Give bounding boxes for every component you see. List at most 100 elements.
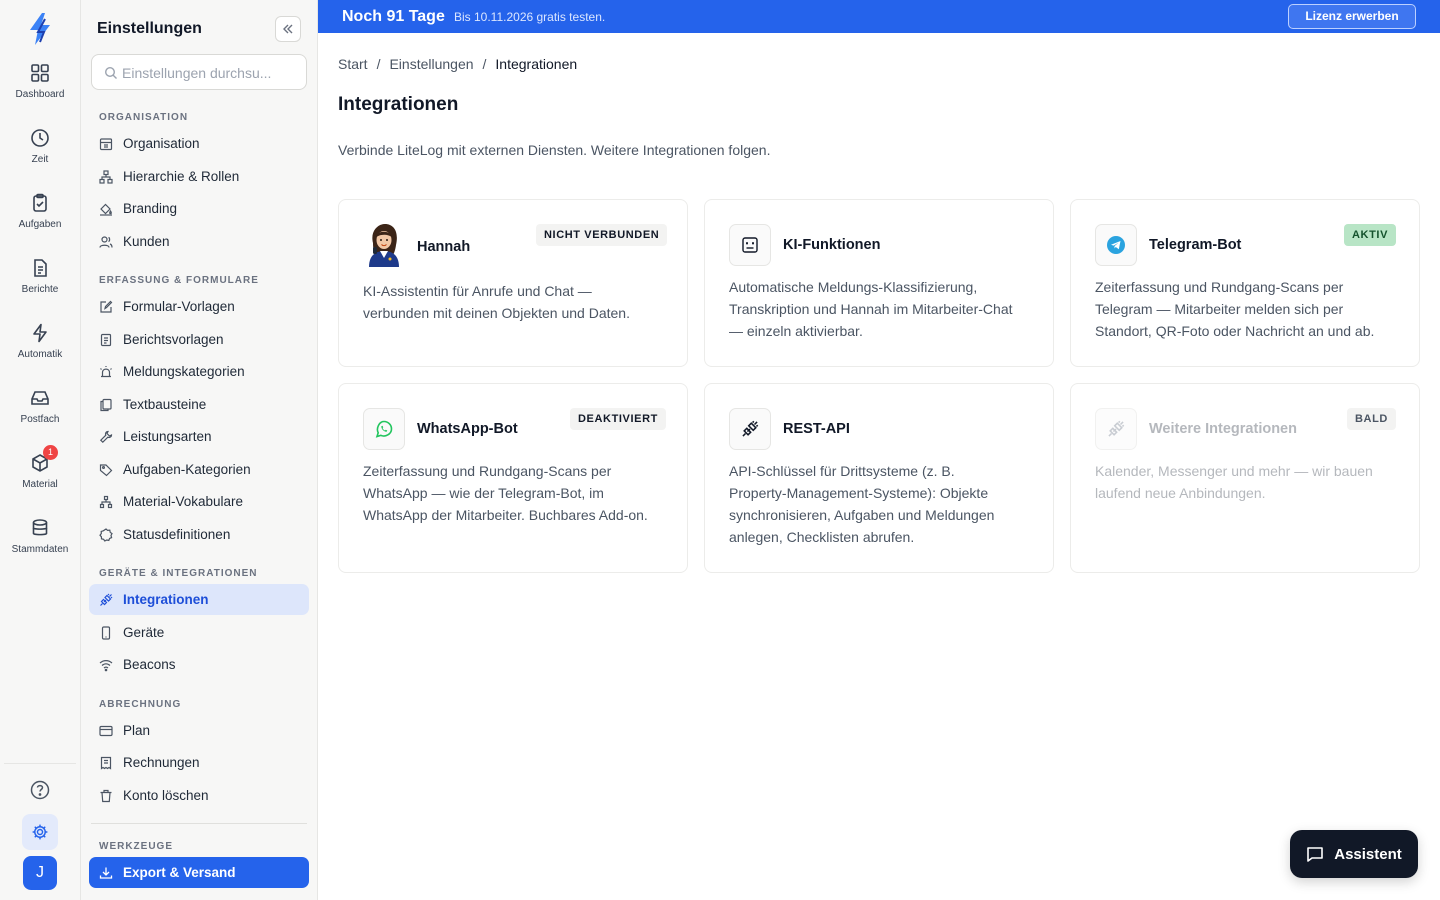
gear-icon	[32, 824, 48, 840]
database-icon	[32, 519, 48, 536]
sidebar-item-hierarchie[interactable]: Hierarchie & Rollen	[89, 161, 309, 192]
integration-card-whatsapp[interactable]: WhatsApp-Bot DEAKTIVIERT Zeiterfassung u…	[338, 383, 688, 573]
edit-form-icon	[100, 300, 113, 313]
integration-card-ki-funktionen[interactable]: KI-Funktionen Automatische Meldungs-Klas…	[704, 199, 1054, 367]
sidebar-item-kunden[interactable]: Kunden	[89, 226, 309, 257]
robot-icon	[729, 224, 771, 266]
page-description: Verbinde LiteLog mit externen Diensten. …	[338, 142, 771, 158]
settings-search-input[interactable]	[122, 63, 302, 83]
paint-bucket-icon	[100, 203, 112, 216]
whatsapp-icon	[363, 408, 405, 450]
section-title-erfassung: ERFASSUNG & FORMULARE	[99, 275, 259, 286]
user-avatar[interactable]: J	[23, 856, 57, 890]
sidebar-item-export-versand[interactable]: Export & Versand	[89, 857, 309, 888]
rail-item-zeit[interactable]: Zeit	[0, 128, 80, 184]
rail-label: Stammdaten	[11, 544, 69, 555]
settings-button[interactable]	[22, 814, 58, 850]
card-description: KI-Assistentin für Anrufe und Chat — ver…	[363, 283, 630, 321]
rail-item-aufgaben[interactable]: Aufgaben	[0, 193, 80, 249]
breadcrumb-current: Integrationen	[495, 56, 578, 72]
assistant-label: Assistent	[1334, 845, 1402, 863]
sidebar-item-berichtsvorlagen[interactable]: Berichtsvorlagen	[89, 324, 309, 355]
integration-card-telegram[interactable]: Telegram-Bot AKTIV Zeiterfassung und Run…	[1070, 199, 1420, 367]
card-description: API-Schlüssel für Drittsysteme (z. B. Pr…	[729, 463, 995, 545]
rail-item-postfach[interactable]: Postfach	[0, 388, 80, 444]
help-icon[interactable]	[29, 779, 51, 801]
card-description: Kalender, Messenger und mehr — wir bauen…	[1095, 463, 1373, 501]
trial-days-left: Noch 91 Tage	[342, 8, 445, 25]
rail-label: Automatik	[17, 349, 63, 360]
card-title: Hannah	[417, 239, 471, 255]
inbox-icon	[31, 391, 49, 405]
sidebar-item-aufgaben-kategorien[interactable]: Aufgaben-Kategorien	[89, 454, 309, 485]
card-description: Zeiterfassung und Rundgang-Scans per Tel…	[1095, 279, 1375, 339]
integration-card-rest-api[interactable]: REST-API API-Schlüssel für Drittsysteme …	[704, 383, 1054, 573]
bolt-icon	[33, 323, 47, 343]
tag-icon	[99, 463, 113, 476]
sidebar-item-organisation[interactable]: Organisation	[89, 128, 309, 159]
sidebar-item-formular-vorlagen[interactable]: Formular-Vorlagen	[89, 291, 309, 322]
rail-item-material[interactable]: 1 Material	[0, 445, 80, 509]
card-title: Weitere Integrationen	[1149, 421, 1297, 437]
section-title-organisation: ORGANISATION	[99, 112, 189, 123]
wifi-icon	[99, 659, 113, 671]
sidebar-item-label: Geräte	[123, 625, 165, 640]
card-title: KI-Funktionen	[783, 237, 881, 253]
sidebar-item-beacons[interactable]: Beacons	[89, 649, 309, 680]
sidebar-item-meldungskategorien[interactable]: Meldungskategorien	[89, 356, 309, 387]
status-badge: DEAKTIVIERT	[570, 408, 666, 430]
breadcrumb-einstellungen[interactable]: Einstellungen	[389, 56, 473, 72]
breadcrumb-start[interactable]: Start	[338, 56, 368, 72]
rail-label: Material	[22, 479, 58, 490]
rail-item-dashboard[interactable]: Dashboard	[0, 63, 80, 119]
credit-card-icon	[99, 725, 113, 736]
settings-search[interactable]	[91, 54, 307, 90]
breadcrumb-separator: /	[482, 56, 487, 72]
sidebar-item-geraete[interactable]: Geräte	[89, 617, 309, 648]
sidebar-item-label: Aufgaben-Kategorien	[123, 462, 251, 477]
sidebar-item-material-vokabulare[interactable]: Material-Vokabulare	[89, 486, 309, 517]
collapse-sidebar-button[interactable]	[275, 16, 301, 42]
sidebar-item-rechnungen[interactable]: Rechnungen	[89, 747, 309, 778]
sidebar-item-branding[interactable]: Branding	[89, 193, 309, 224]
rail-label: Dashboard	[15, 89, 65, 100]
trash-icon	[100, 789, 112, 802]
sidebar-item-statusdefinitionen[interactable]: Statusdefinitionen	[89, 519, 309, 550]
sidebar-item-leistungsarten[interactable]: Leistungsarten	[89, 421, 309, 452]
users-icon	[99, 235, 113, 248]
rail-item-stammdaten[interactable]: Stammdaten	[0, 518, 80, 574]
rail-item-automatik[interactable]: Automatik	[0, 323, 80, 379]
sidebar-item-label: Rechnungen	[123, 755, 200, 770]
sidebar-item-konto-loeschen[interactable]: Konto löschen	[89, 780, 309, 811]
sidebar-item-integrationen[interactable]: Integrationen	[89, 584, 309, 615]
rail-label: Berichte	[21, 284, 59, 295]
sidebar-title: Einstellungen	[97, 20, 202, 37]
card-title: REST-API	[783, 421, 850, 437]
sidebar-item-label: Kunden	[123, 234, 170, 249]
status-badge-icon	[99, 527, 113, 542]
building-icon	[99, 137, 113, 150]
plug-icon	[1095, 408, 1137, 450]
sidebar-item-label: Beacons	[123, 657, 176, 672]
rail-item-berichte[interactable]: Berichte	[0, 258, 80, 314]
buy-license-button[interactable]: Lizenz erwerben	[1288, 4, 1416, 29]
assistant-button[interactable]: Assistent	[1290, 830, 1418, 878]
download-icon	[99, 867, 113, 879]
sidebar-item-label: Formular-Vorlagen	[123, 299, 235, 314]
icon-rail: Dashboard Zeit Aufgaben Berichte Automat…	[0, 0, 81, 900]
sidebar-item-label: Hierarchie & Rollen	[123, 169, 240, 184]
breadcrumb: Start / Einstellungen / Integrationen	[338, 56, 577, 72]
card-description: Automatische Meldungs-Klassifizierung, T…	[729, 279, 1013, 339]
card-description: Zeiterfassung und Rundgang-Scans per Wha…	[363, 463, 648, 523]
rail-label: Postfach	[20, 414, 60, 425]
sidebar-item-plan[interactable]: Plan	[89, 715, 309, 746]
integration-card-weitere: Weitere Integrationen BALD Kalender, Mes…	[1070, 383, 1420, 573]
litelog-logo-icon[interactable]	[27, 12, 53, 46]
wrench-icon	[99, 430, 113, 443]
status-badge: BALD	[1347, 408, 1396, 430]
integration-card-hannah[interactable]: Hannah NICHT VERBUNDEN KI-Assistentin fü…	[338, 199, 688, 367]
sidebar-item-textbausteine[interactable]: Textbausteine	[89, 389, 309, 420]
report-template-icon	[100, 333, 112, 346]
hierarchy-icon	[99, 169, 113, 184]
telegram-icon	[1095, 224, 1137, 266]
